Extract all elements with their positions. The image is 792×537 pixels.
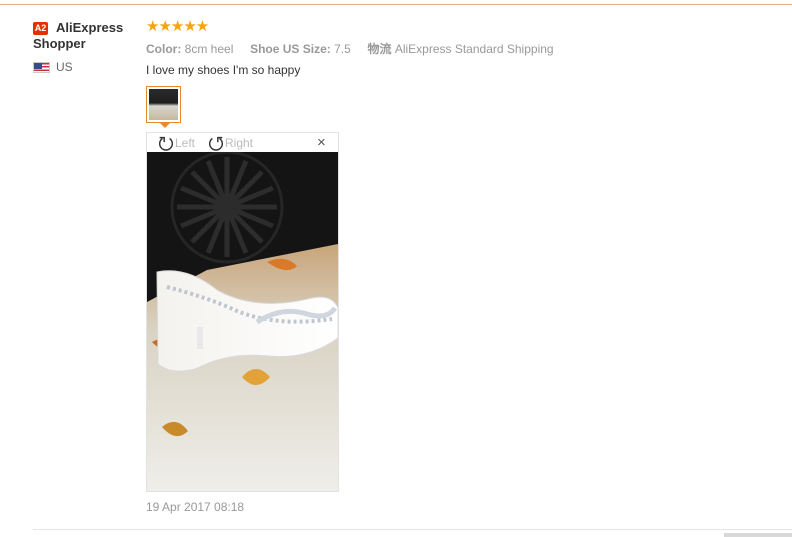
viewer-toolbar: Left Right × [147, 133, 338, 152]
reviewer-country: US [33, 60, 143, 74]
rotate-right-label: Right [225, 136, 254, 150]
close-icon[interactable]: × [317, 134, 326, 151]
rotate-left-icon [158, 136, 174, 151]
review-photo [147, 152, 338, 491]
reviewer-name-line1: AliExpress [56, 20, 124, 35]
shipping-value: AliExpress Standard Shipping [394, 42, 554, 56]
size-label: Shoe US Size: [250, 42, 331, 56]
size-value: 7.5 [334, 42, 351, 56]
shipping-label: 物流 [367, 42, 392, 56]
level-badge: A2 [33, 22, 48, 35]
color-value: 8cm heel [184, 42, 234, 56]
rotate-right-button[interactable]: Right [207, 134, 253, 152]
color-label: Color: [146, 42, 182, 56]
reviewer-info: A2 AliExpress Shopper US [33, 20, 143, 74]
photo-thumbnail[interactable] [146, 86, 181, 123]
rotate-right-icon [208, 136, 224, 151]
bottom-divider [33, 529, 792, 530]
review-photo-image [147, 152, 338, 491]
bottom-edge-block [724, 533, 792, 537]
reviewer-name: A2 AliExpress [33, 20, 143, 36]
us-flag-icon [33, 61, 50, 73]
reviewer-name-line2: Shopper [33, 36, 86, 51]
photo-viewer: Left Right × [146, 132, 339, 492]
rotate-left-label: Left [175, 136, 196, 150]
country-code: US [56, 60, 73, 74]
thumbnail-image [149, 89, 178, 120]
rotate-left-button[interactable]: Left [157, 134, 195, 152]
thumbnail-pointer [160, 123, 170, 128]
top-divider [0, 4, 792, 5]
review-text: I love my shoes I'm so happy [146, 63, 301, 77]
order-attributes: Color: 8cm heel Shoe US Size: 7.5 物流 Ali… [146, 40, 554, 57]
review-timestamp: 19 Apr 2017 08:18 [146, 500, 245, 514]
star-rating: ★★★★★ [146, 18, 209, 35]
